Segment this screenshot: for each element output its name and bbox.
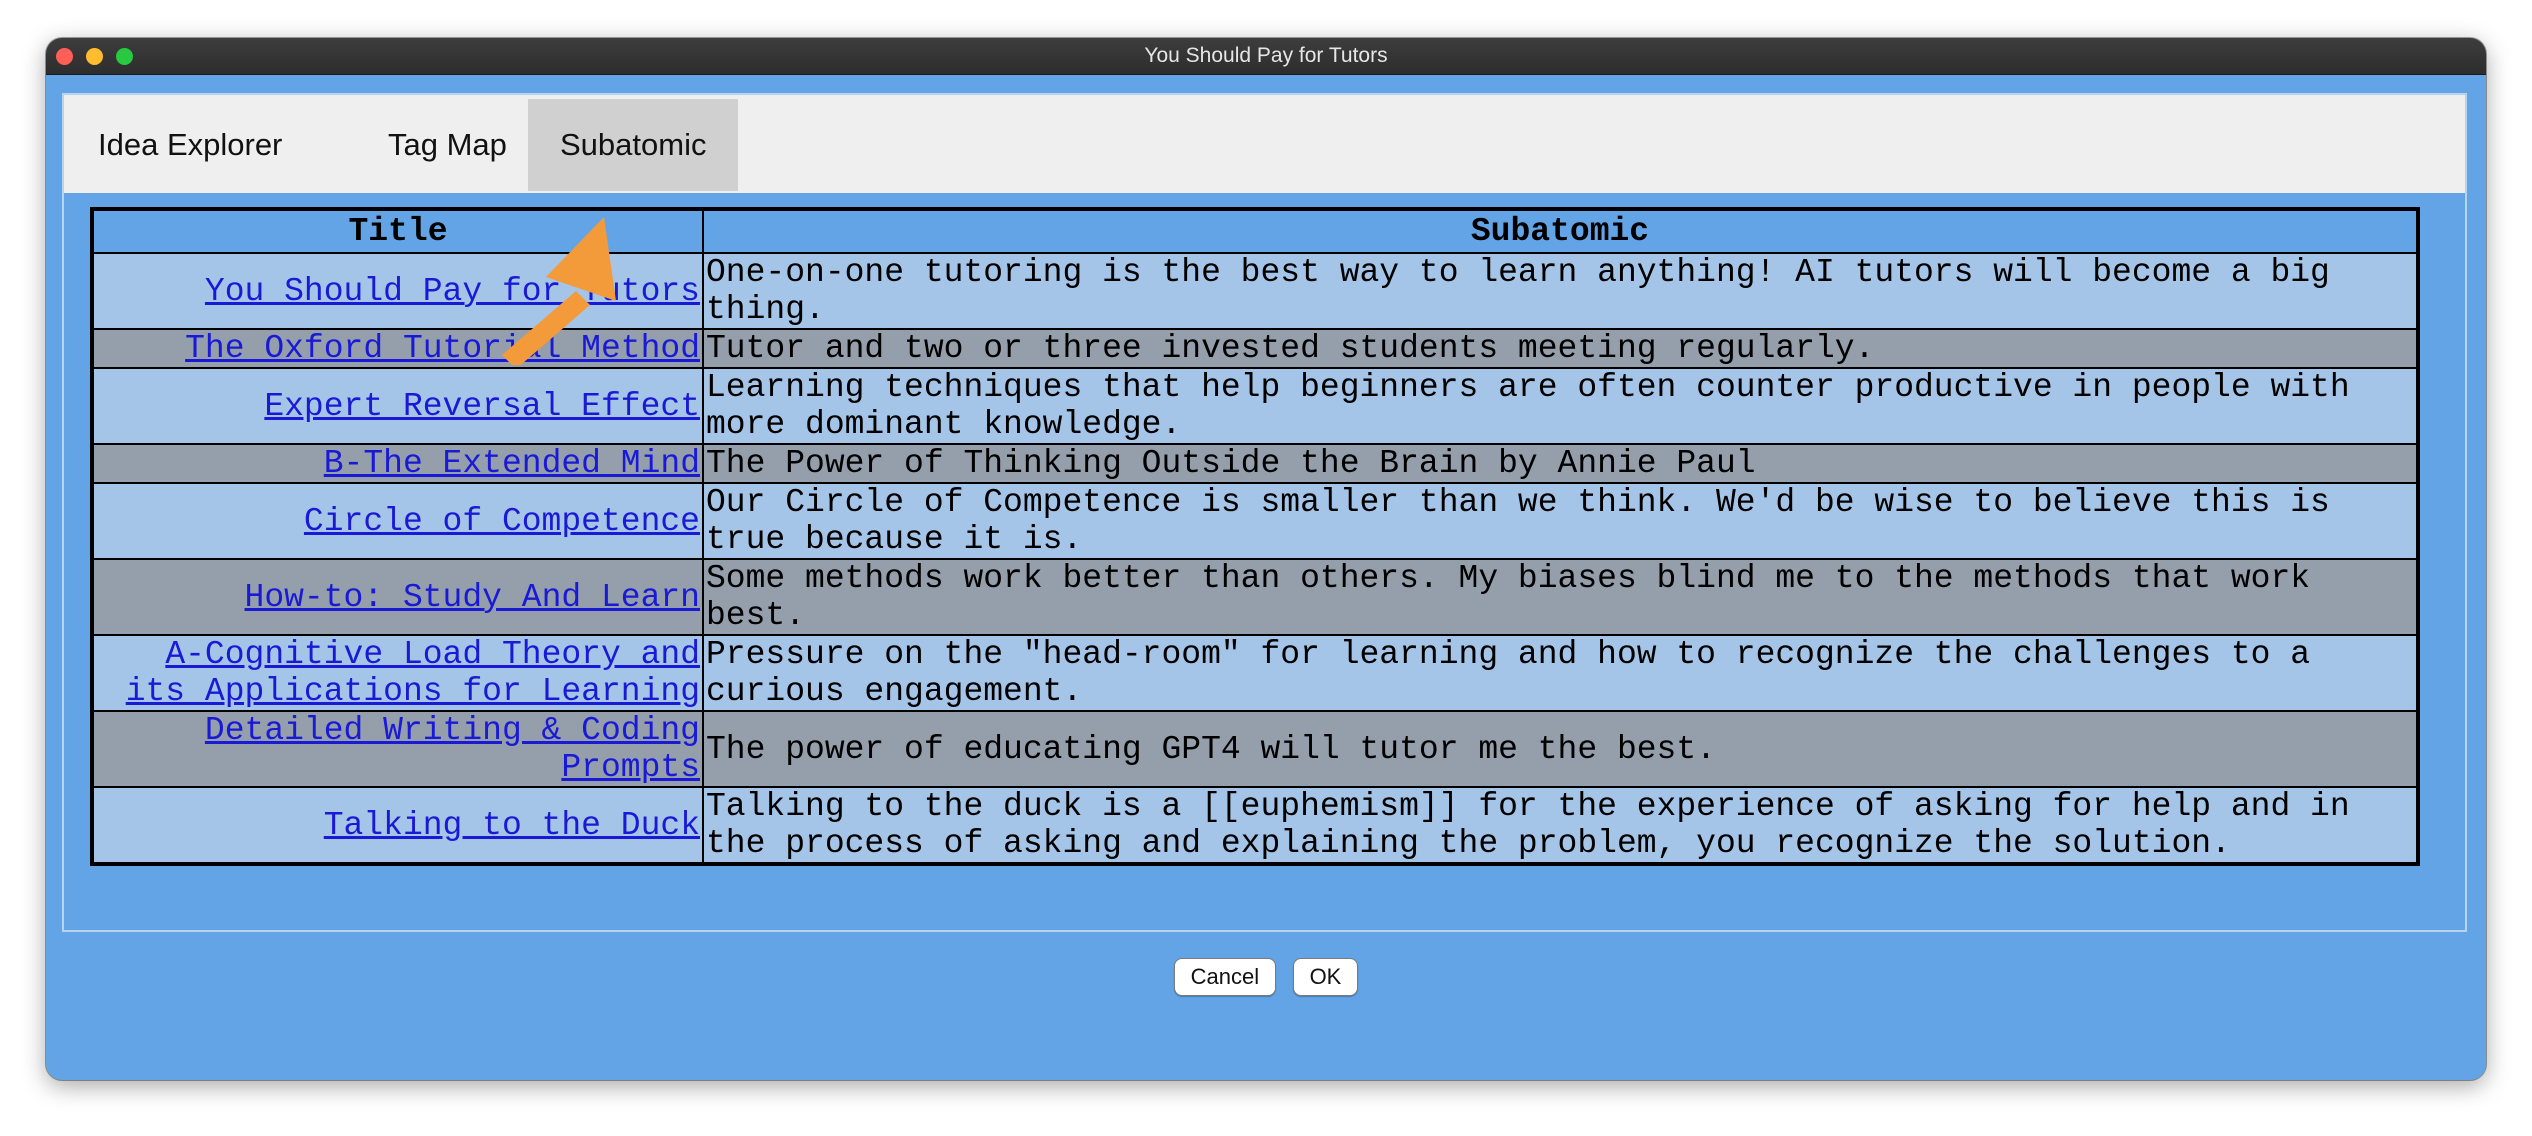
tab-idea-explorer[interactable]: Idea Explorer xyxy=(64,99,316,191)
table-row: Talking to the Duck Talking to the duck … xyxy=(91,786,2419,865)
subatomic-cell: Tutor and two or three invested students… xyxy=(702,328,2419,369)
subatomic-cell: One-on-one tutoring is the best way to l… xyxy=(702,252,2419,330)
title-link[interactable]: B-The Extended Mind xyxy=(324,445,700,482)
table-row: You Should Pay for Tutors One-on-one tut… xyxy=(91,252,2419,330)
tab-tag-map[interactable]: Tag Map xyxy=(354,99,541,191)
table-row: A-Cognitive Load Theory and its Applicat… xyxy=(91,634,2419,712)
tab-bar: Idea Explorer Tag Map Subatomic xyxy=(64,95,2465,193)
subatomic-cell: The power of educating GPT4 will tutor m… xyxy=(702,710,2419,788)
title-link[interactable]: A-Cognitive Load Theory and its Applicat… xyxy=(126,636,700,710)
table-header-row: Title Subatomic xyxy=(91,208,2419,254)
title-cell: How-to: Study And Learn xyxy=(91,558,704,636)
title-cell: Detailed Writing & Coding Prompts xyxy=(91,710,704,788)
cancel-button[interactable]: Cancel xyxy=(1173,958,1277,996)
title-cell: Expert Reversal Effect xyxy=(91,367,704,445)
window-title: You Should Pay for Tutors xyxy=(1144,44,1388,67)
table-row: B-The Extended Mind The Power of Thinkin… xyxy=(91,443,2419,484)
subatomic-cell: Talking to the duck is a [[euphemism]] f… xyxy=(702,786,2419,865)
title-link[interactable]: The Oxford Tutorial Method xyxy=(185,330,700,367)
title-cell: You Should Pay for Tutors xyxy=(91,252,704,330)
table-row: Expert Reversal Effect Learning techniqu… xyxy=(91,367,2419,445)
tab-panel: Idea Explorer Tag Map Subatomic Title Su… xyxy=(62,93,2467,932)
table-row: Circle of Competence Our Circle of Compe… xyxy=(91,482,2419,560)
title-link[interactable]: How-to: Study And Learn xyxy=(245,579,700,616)
title-bar: You Should Pay for Tutors xyxy=(46,38,2486,75)
title-link[interactable]: Detailed Writing & Coding Prompts xyxy=(205,712,700,786)
subatomic-cell: Our Circle of Competence is smaller than… xyxy=(702,482,2419,560)
table-row: Detailed Writing & Coding Prompts The po… xyxy=(91,710,2419,788)
title-link[interactable]: Talking to the Duck xyxy=(324,807,700,844)
table-row: How-to: Study And Learn Some methods wor… xyxy=(91,558,2419,636)
column-header-subatomic: Subatomic xyxy=(702,208,2419,254)
title-link[interactable]: You Should Pay for Tutors xyxy=(205,273,700,310)
title-cell: Circle of Competence xyxy=(91,482,704,560)
title-link[interactable]: Expert Reversal Effect xyxy=(264,388,700,425)
title-cell: B-The Extended Mind xyxy=(91,443,704,484)
title-cell: A-Cognitive Load Theory and its Applicat… xyxy=(91,634,704,712)
subatomic-cell: Some methods work better than others. My… xyxy=(702,558,2419,636)
table-row: The Oxford Tutorial Method Tutor and two… xyxy=(91,328,2419,369)
tab-subatomic[interactable]: Subatomic xyxy=(528,99,739,191)
title-cell: The Oxford Tutorial Method xyxy=(91,328,704,369)
subatomic-cell: The Power of Thinking Outside the Brain … xyxy=(702,443,2419,484)
column-header-title: Title xyxy=(91,208,704,254)
title-link[interactable]: Circle of Competence xyxy=(304,503,700,540)
subatomic-cell: Pressure on the "head-room" for learning… xyxy=(702,634,2419,712)
app-window: You Should Pay for Tutors Idea Explorer … xyxy=(46,38,2486,1080)
subatomic-table-container: Title Subatomic You Should Pay for Tutor… xyxy=(90,207,2420,866)
title-cell: Talking to the Duck xyxy=(91,786,704,865)
subatomic-table: Title Subatomic You Should Pay for Tutor… xyxy=(90,207,2420,866)
dialog-buttons: Cancel OK xyxy=(46,958,2486,996)
ok-button[interactable]: OK xyxy=(1292,958,1359,996)
subatomic-cell: Learning techniques that help beginners … xyxy=(702,367,2419,445)
